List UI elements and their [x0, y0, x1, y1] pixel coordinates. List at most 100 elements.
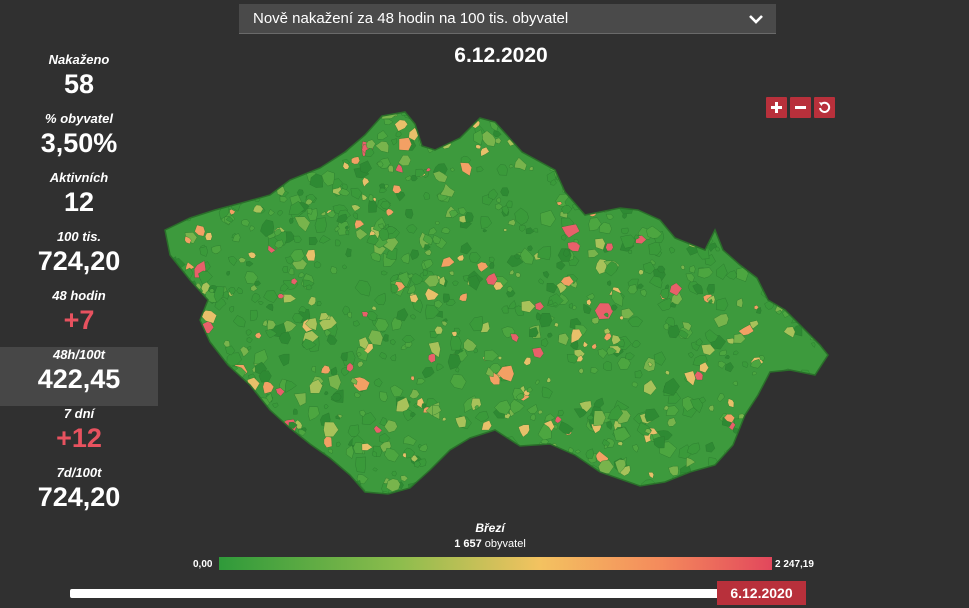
- municipality-area[interactable]: [623, 192, 632, 204]
- municipality-area[interactable]: [169, 442, 175, 448]
- municipality-area[interactable]: [823, 329, 828, 335]
- municipality-area[interactable]: [353, 110, 368, 117]
- municipality-area[interactable]: [645, 167, 654, 175]
- municipality-area[interactable]: [172, 163, 188, 180]
- municipality-area[interactable]: [720, 144, 732, 157]
- municipality-area[interactable]: [652, 145, 662, 156]
- municipality-area[interactable]: [703, 190, 718, 207]
- municipality-area[interactable]: [809, 277, 819, 288]
- municipality-area[interactable]: [689, 184, 708, 202]
- municipality-area[interactable]: [618, 183, 627, 193]
- municipality-area[interactable]: [591, 113, 596, 118]
- municipality-area[interactable]: [263, 453, 276, 470]
- municipality-area[interactable]: [256, 466, 262, 474]
- municipality-area[interactable]: [763, 420, 770, 428]
- municipality-area[interactable]: [790, 157, 804, 171]
- municipality-area[interactable]: [651, 484, 659, 492]
- timeline-date-handle[interactable]: 6.12.2020: [717, 581, 806, 605]
- municipality-area[interactable]: [253, 130, 265, 143]
- municipality-area[interactable]: [808, 427, 816, 436]
- municipality-area[interactable]: [715, 178, 721, 184]
- municipality-area[interactable]: [256, 472, 272, 486]
- municipality-area[interactable]: [187, 317, 198, 327]
- municipality-area[interactable]: [547, 488, 554, 494]
- municipality-area[interactable]: [838, 313, 841, 319]
- municipality-area[interactable]: [165, 315, 182, 327]
- municipality-area[interactable]: [800, 259, 806, 266]
- municipality-area[interactable]: [813, 476, 828, 489]
- municipality-area[interactable]: [799, 154, 806, 162]
- municipality-area[interactable]: [192, 408, 203, 417]
- municipality-area[interactable]: [714, 490, 725, 500]
- municipality-area[interactable]: [539, 120, 553, 132]
- municipality-area[interactable]: [815, 286, 822, 293]
- municipality-area[interactable]: [558, 166, 565, 173]
- municipality-area[interactable]: [794, 179, 808, 191]
- municipality-area[interactable]: [806, 169, 817, 180]
- municipality-area[interactable]: [211, 428, 221, 438]
- municipality-area[interactable]: [294, 442, 308, 458]
- municipality-area[interactable]: [270, 129, 283, 144]
- municipality-area[interactable]: [764, 468, 774, 478]
- municipality-area[interactable]: [473, 475, 478, 481]
- municipality-area[interactable]: [771, 468, 782, 480]
- municipality-area[interactable]: [700, 471, 707, 477]
- municipality-area[interactable]: [825, 312, 829, 317]
- municipality-area[interactable]: [684, 131, 698, 144]
- municipality-area[interactable]: [240, 179, 248, 189]
- municipality-area[interactable]: [230, 423, 241, 437]
- municipality-area[interactable]: [194, 126, 200, 134]
- municipality-area[interactable]: [286, 436, 299, 450]
- municipality-area[interactable]: [821, 142, 831, 152]
- municipality-area[interactable]: [345, 229, 350, 236]
- municipality-area[interactable]: [821, 465, 827, 471]
- municipality-area[interactable]: [780, 125, 787, 129]
- municipality-area[interactable]: [209, 379, 219, 391]
- municipality-area[interactable]: [628, 131, 638, 145]
- municipality-area[interactable]: [258, 423, 265, 430]
- municipality-area[interactable]: [184, 110, 198, 117]
- municipality-area[interactable]: [674, 149, 683, 160]
- municipality-area[interactable]: [191, 128, 204, 141]
- municipality-area[interactable]: [573, 465, 583, 472]
- municipality-area[interactable]: [740, 168, 760, 187]
- municipality-area[interactable]: [265, 110, 270, 117]
- municipality-area[interactable]: [763, 177, 783, 194]
- municipality-area[interactable]: [173, 417, 185, 431]
- municipality-area[interactable]: [466, 470, 471, 477]
- municipality-area[interactable]: [815, 405, 828, 422]
- municipality-area[interactable]: [288, 217, 294, 225]
- municipality-area[interactable]: [193, 441, 199, 447]
- municipality-area[interactable]: [770, 486, 785, 498]
- municipality-area[interactable]: [165, 175, 178, 187]
- municipality-area[interactable]: [621, 150, 629, 159]
- municipality-area[interactable]: [731, 165, 745, 179]
- municipality-area[interactable]: [723, 481, 733, 491]
- municipality-area[interactable]: [657, 116, 665, 124]
- municipality-area[interactable]: [489, 262, 495, 269]
- municipality-area[interactable]: [723, 167, 735, 176]
- municipality-area[interactable]: [822, 386, 828, 393]
- municipality-area[interactable]: [549, 119, 560, 133]
- municipality-area[interactable]: [230, 144, 239, 154]
- municipality-area[interactable]: [440, 474, 449, 482]
- municipality-area[interactable]: [585, 114, 590, 121]
- municipality-area[interactable]: [518, 459, 531, 473]
- municipality-area[interactable]: [282, 149, 290, 156]
- municipality-area[interactable]: [789, 483, 803, 494]
- municipality-area[interactable]: [177, 168, 188, 182]
- municipality-area[interactable]: [237, 474, 247, 484]
- municipality-area[interactable]: [304, 479, 316, 491]
- municipality-area[interactable]: [286, 449, 296, 458]
- municipality-area[interactable]: [261, 131, 273, 143]
- municipality-area[interactable]: [213, 156, 227, 171]
- municipality-area[interactable]: [714, 149, 722, 157]
- municipality-area[interactable]: [163, 137, 171, 146]
- municipality-area[interactable]: [698, 482, 707, 490]
- municipality-area[interactable]: [261, 468, 276, 484]
- municipality-area[interactable]: [228, 182, 243, 194]
- municipality-area[interactable]: [338, 125, 357, 141]
- municipality-area[interactable]: [826, 362, 831, 368]
- municipality-area[interactable]: [643, 110, 656, 116]
- municipality-area[interactable]: [571, 492, 579, 499]
